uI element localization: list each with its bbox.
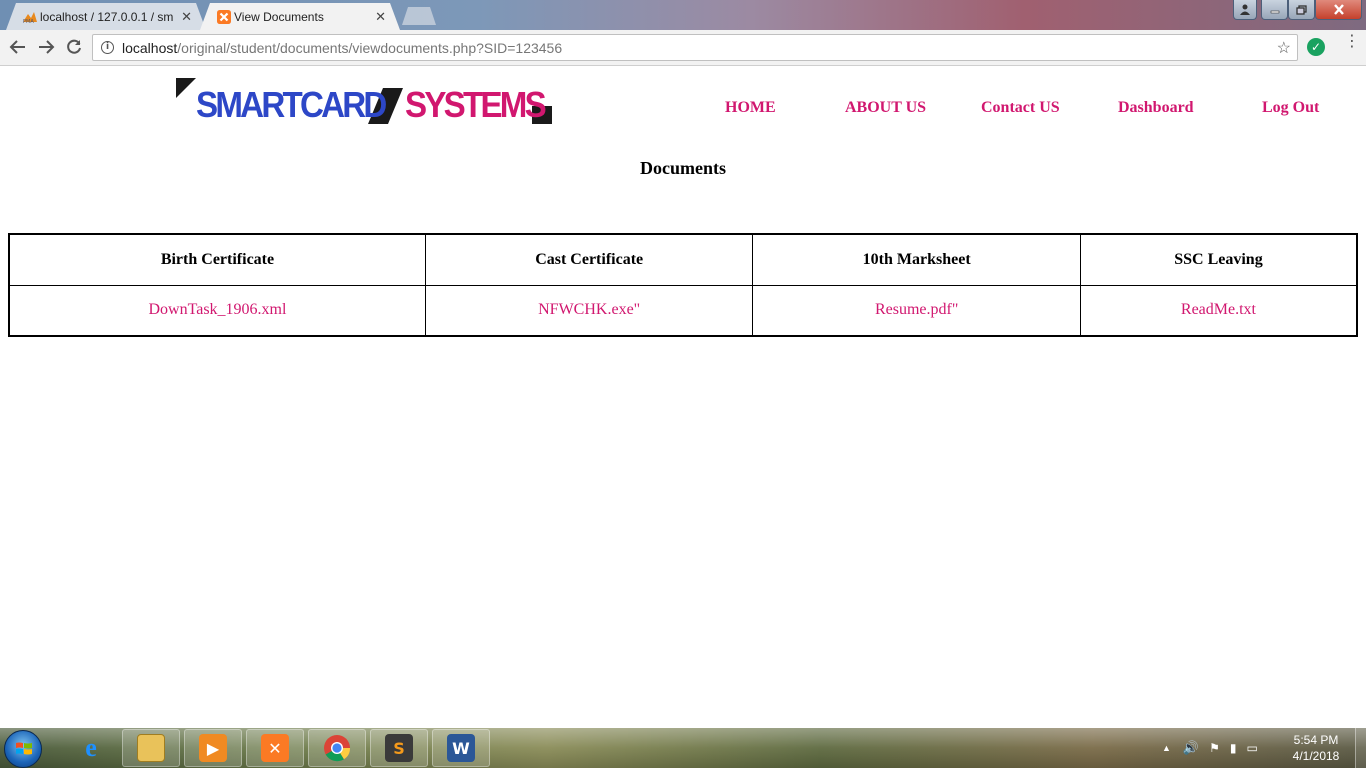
- close-tab-icon[interactable]: ✕: [181, 9, 192, 25]
- volume-icon[interactable]: 🔊: [1183, 740, 1199, 756]
- new-tab-button[interactable]: [402, 7, 436, 25]
- tab-title: View Documents: [234, 9, 324, 24]
- document-link[interactable]: DownTask_1906.xml: [8, 284, 426, 337]
- close-tab-icon[interactable]: ✕: [375, 9, 386, 25]
- documents-table: Birth Certificate Cast Certificate 10th …: [8, 233, 1358, 337]
- clock-date: 4/1/2018: [1292, 749, 1340, 763]
- browser-tab-view-documents[interactable]: View Documents ✕: [200, 3, 400, 30]
- page-title: Documents: [640, 158, 726, 178]
- sublime-text-icon: S: [385, 734, 413, 762]
- windows-flag-icon: [16, 742, 32, 755]
- show-desktop-button[interactable]: [1355, 728, 1366, 768]
- column-header: Birth Certificate: [8, 233, 426, 286]
- browser-toolbar: i localhost/original/student/documents/v…: [0, 30, 1366, 66]
- document-link[interactable]: NFWCHK.exe": [424, 284, 754, 337]
- action-center-flag-icon[interactable]: ⚑: [1209, 741, 1220, 755]
- smartcard-systems-logo[interactable]: SMARTCARD SYSTEMS: [176, 78, 556, 128]
- media-player-icon: ▶: [199, 734, 227, 762]
- document-link[interactable]: ReadMe.txt: [1079, 284, 1358, 337]
- tab-title: localhost / 127.0.0.1 / sm: [40, 9, 174, 24]
- clock-time: 5:54 PM: [1293, 733, 1339, 747]
- taskbar-chrome[interactable]: [308, 729, 366, 767]
- nav-dashboard-link[interactable]: Dashboard: [1118, 99, 1194, 117]
- logo-text-systems: SYSTEMS: [405, 84, 547, 125]
- windows-taskbar: e ▶ ✕ S W ▲ 🔊 ⚑ ▮ ▭ 5:54 PM 4/1/2018: [0, 728, 1366, 768]
- svg-text:PMA: PMA: [23, 19, 34, 24]
- internet-explorer-icon: e: [85, 733, 97, 762]
- address-bar[interactable]: i localhost/original/student/documents/v…: [92, 34, 1298, 61]
- bookmark-star-icon[interactable]: ☆: [1277, 38, 1291, 58]
- xampp-icon: ✕: [261, 734, 289, 762]
- taskbar-clock[interactable]: 5:54 PM 4/1/2018: [1286, 732, 1346, 764]
- back-arrow-icon[interactable]: [8, 38, 28, 58]
- folder-icon: [137, 734, 165, 762]
- show-hidden-icons[interactable]: ▲: [1162, 743, 1171, 753]
- chrome-menu-icon[interactable]: ⋮: [1344, 33, 1360, 49]
- nav-home-link[interactable]: HOME: [725, 99, 776, 117]
- xampp-icon: [217, 10, 231, 24]
- minimize-window-button[interactable]: [1261, 0, 1288, 20]
- taskbar-sublime-text[interactable]: S: [370, 729, 428, 767]
- network-icon[interactable]: ▮: [1230, 741, 1237, 755]
- url-host: localhost: [122, 39, 178, 56]
- url-path: /original/student/documents/viewdocument…: [177, 39, 563, 56]
- table-header-row: Birth Certificate Cast Certificate 10th …: [8, 233, 1358, 286]
- system-tray: ▲ 🔊 ⚑ ▮ ▭: [1162, 728, 1258, 768]
- start-button[interactable]: [4, 730, 42, 768]
- forward-arrow-icon[interactable]: [36, 38, 56, 58]
- taskbar-file-explorer[interactable]: [122, 729, 180, 767]
- taskbar-internet-explorer[interactable]: e: [62, 729, 120, 767]
- extension-check-icon[interactable]: ✓: [1307, 38, 1325, 56]
- reload-icon[interactable]: [64, 38, 84, 58]
- site-info-icon[interactable]: i: [101, 41, 114, 54]
- web-page: SMARTCARD SYSTEMS HOME ABOUT US Contact …: [0, 67, 1366, 728]
- table-row: DownTask_1906.xml NFWCHK.exe" Resume.pdf…: [8, 284, 1358, 337]
- column-header: 10th Marksheet: [752, 233, 1081, 286]
- column-header: Cast Certificate: [424, 233, 754, 286]
- taskbar-xampp[interactable]: ✕: [246, 729, 304, 767]
- word-icon: W: [447, 734, 475, 762]
- browser-tab-phpmyadmin[interactable]: PMA localhost / 127.0.0.1 / sm ✕: [6, 3, 206, 30]
- taskbar-word[interactable]: W: [432, 729, 490, 767]
- logo-text-smartcard: SMARTCARD: [196, 84, 387, 125]
- browser-tab-strip: PMA localhost / 127.0.0.1 / sm ✕ View Do…: [0, 0, 1366, 30]
- nav-log-out-link[interactable]: Log Out: [1262, 99, 1319, 117]
- column-header: SSC Leaving: [1079, 233, 1358, 286]
- restore-window-button[interactable]: [1288, 0, 1315, 20]
- close-window-button[interactable]: [1315, 0, 1362, 20]
- battery-icon[interactable]: ▭: [1246, 741, 1257, 755]
- user-profile-icon[interactable]: [1233, 0, 1257, 20]
- taskbar-media-player[interactable]: ▶: [184, 729, 242, 767]
- phpmyadmin-icon: PMA: [23, 12, 37, 24]
- nav-contact-us-link[interactable]: Contact US: [981, 99, 1060, 117]
- document-link[interactable]: Resume.pdf": [752, 284, 1081, 337]
- chrome-icon: [324, 735, 351, 762]
- nav-about-us-link[interactable]: ABOUT US: [845, 99, 926, 117]
